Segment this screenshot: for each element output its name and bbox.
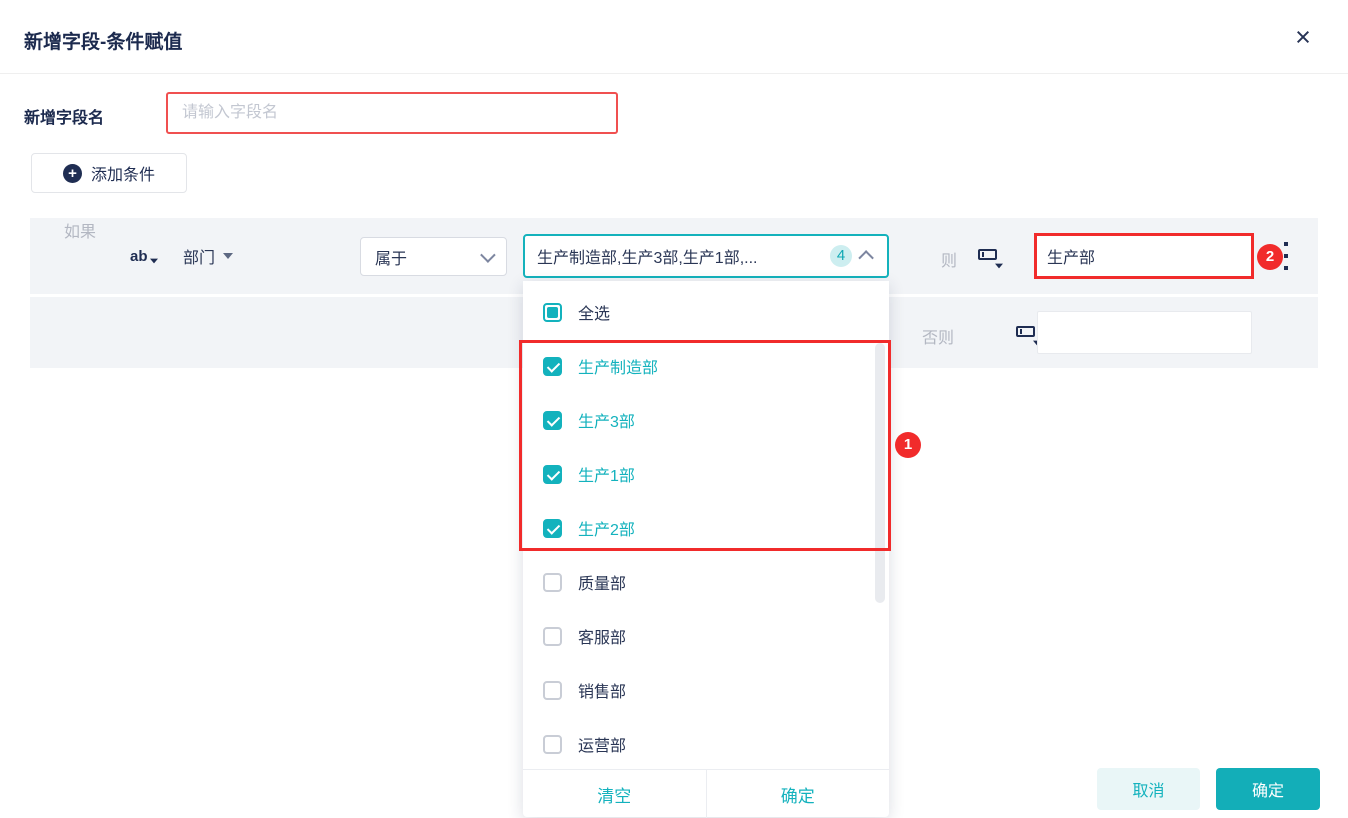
checkbox-icon[interactable]	[543, 518, 562, 538]
scrollbar-thumb[interactable]	[875, 343, 885, 603]
cancel-button[interactable]: 取消	[1097, 768, 1200, 810]
checkbox-icon[interactable]	[543, 410, 562, 430]
plus-icon: +	[62, 163, 82, 183]
dropdown-option[interactable]: 生产制造部	[523, 339, 889, 393]
then-value-annotation-box	[1034, 233, 1254, 279]
selected-count-badge: 4	[830, 245, 852, 267]
chevron-down-icon	[480, 247, 496, 263]
else-label: 否则	[922, 330, 955, 347]
value-type-icon[interactable]	[978, 247, 1003, 269]
dropdown-clear-button[interactable]: 清空	[523, 770, 706, 818]
dropdown-confirm-button[interactable]: 确定	[705, 770, 890, 818]
dropdown-option[interactable]: 生产3部	[523, 393, 889, 447]
if-label: 如果	[64, 224, 97, 241]
then-value-input[interactable]	[1037, 236, 1251, 276]
values-multiselect[interactable]: 生产制造部,生产3部,生产1部,... 4	[523, 234, 889, 278]
dropdown-option[interactable]: 质量部	[523, 555, 889, 609]
operator-select[interactable]: 属于	[360, 237, 507, 276]
chevron-down-icon	[223, 253, 234, 259]
else-value-input[interactable]	[1037, 311, 1252, 354]
dropdown-option[interactable]: 生产1部	[523, 447, 889, 501]
add-condition-button[interactable]: + 添加条件	[31, 153, 187, 193]
dropdown-option[interactable]: 运营部	[523, 717, 889, 771]
checkbox-icon[interactable]	[543, 464, 562, 484]
dialog-header: 新增字段-条件赋值 ×	[0, 0, 1348, 74]
field-name-input[interactable]	[166, 92, 618, 134]
field-name-label: 新增字段名	[24, 110, 105, 127]
checkbox-icon[interactable]	[543, 572, 562, 592]
dropdown-option[interactable]: 销售部	[523, 663, 889, 717]
checkbox-icon[interactable]	[543, 734, 562, 754]
select-all-label: 全选	[578, 306, 611, 323]
multiselect-dropdown-panel: 全选 生产制造部 生产3部 生产1部 生产2部 质量部 客服部 销售部 运营部	[523, 281, 889, 818]
annotation-step-1: 1	[895, 432, 921, 458]
more-menu-icon[interactable]	[1284, 242, 1289, 272]
chevron-up-icon	[858, 249, 874, 266]
checkbox-indeterminate-icon[interactable]	[543, 302, 562, 322]
checkbox-icon[interactable]	[543, 680, 562, 700]
field-select[interactable]: 部门	[183, 218, 234, 294]
dropdown-footer: 清空 确定	[523, 769, 889, 818]
dropdown-option[interactable]: 客服部	[523, 609, 889, 663]
checkbox-icon[interactable]	[543, 626, 562, 646]
add-condition-label: 添加条件	[90, 167, 155, 184]
close-icon[interactable]: ×	[1288, 22, 1318, 52]
confirm-button[interactable]: 确定	[1216, 768, 1320, 810]
dialog-title: 新增字段-条件赋值	[24, 32, 183, 53]
dropdown-list: 全选 生产制造部 生产3部 生产1部 生产2部 质量部 客服部 销售部 运营部	[523, 285, 889, 771]
values-display: 生产制造部,生产3部,生产1部,...	[537, 250, 758, 267]
then-label: 则	[941, 253, 958, 270]
annotation-step-2: 2	[1257, 244, 1283, 270]
field-type-icon[interactable]: ab	[130, 218, 158, 294]
select-all-option[interactable]: 全选	[523, 285, 889, 339]
checkbox-icon[interactable]	[543, 356, 562, 376]
dropdown-option[interactable]: 生产2部	[523, 501, 889, 555]
